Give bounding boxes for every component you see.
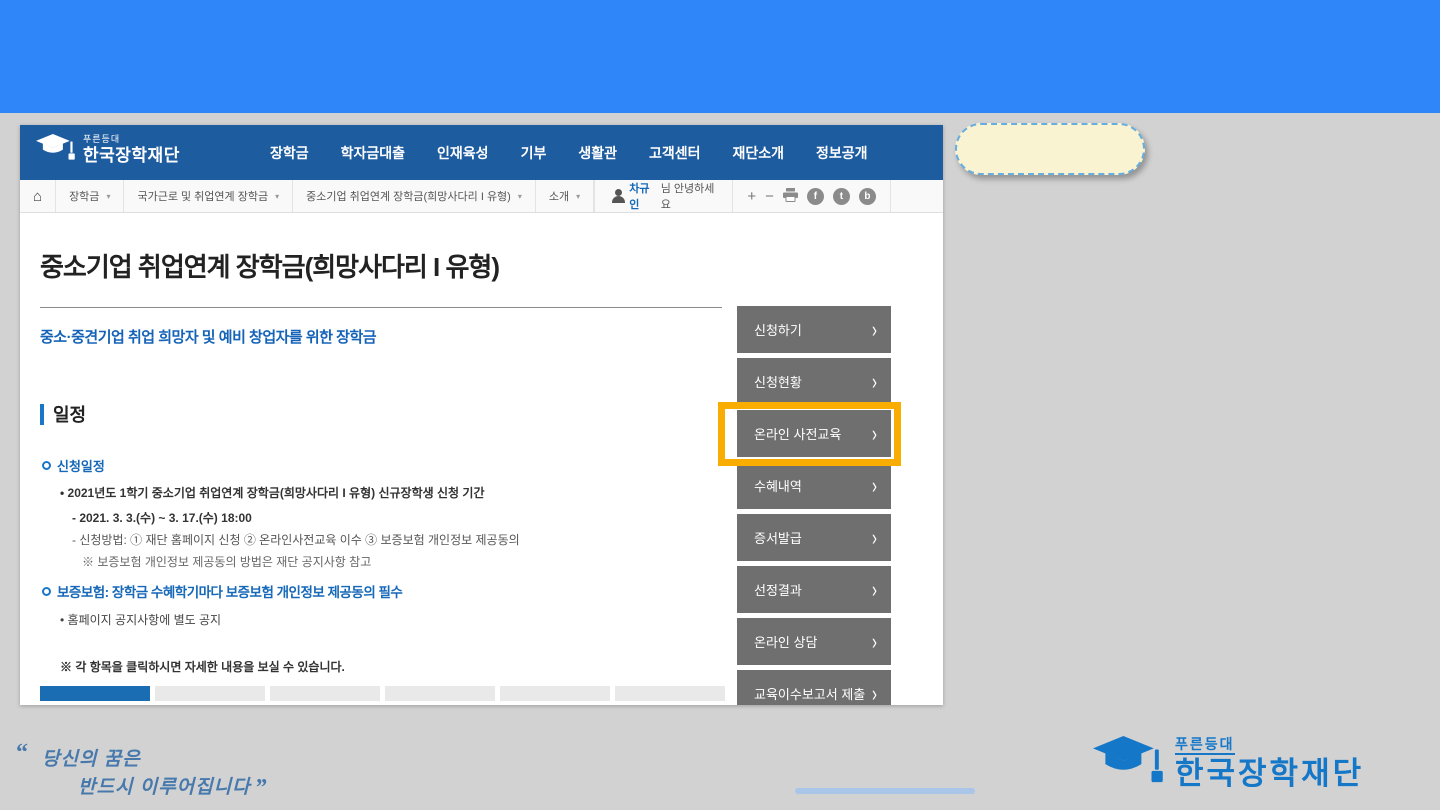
schedule-line: - 신청방법: ① 재단 홈페이지 신청 ② 온라인사전교육 이수 ③ 보증보험… (72, 531, 520, 548)
schedule-subheading-label: 신청일정 (57, 456, 105, 475)
nav-item-scholarship[interactable]: 장학금 (270, 143, 309, 163)
tab-segment-active[interactable] (40, 686, 150, 701)
logo-brand-large: 한국장학재단 (83, 147, 180, 164)
chevron-down-icon: ▾ (576, 192, 580, 201)
insurance-heading: 보증보험: 장학금 수혜학기마다 보증보험 개인정보 제공동의 필수 (42, 581, 402, 601)
nav-item-disclosure[interactable]: 정보공개 (816, 143, 868, 163)
section-label: 일정 (53, 401, 86, 427)
main-nav: 장학금 학자금대출 인재육성 기부 생활관 고객센터 재단소개 정보공개 (270, 125, 868, 180)
chevron-right-icon: › (872, 629, 877, 655)
home-icon[interactable]: ⌂ (20, 180, 56, 212)
quote-close-icon: ” (255, 775, 268, 801)
sidebar-item-label: 증서발급 (754, 528, 802, 547)
sidebar-item-online-counsel[interactable]: 온라인 상담 › (737, 618, 891, 665)
chevron-right-icon: › (872, 317, 877, 343)
footer-logo-brand-large: 한국장학재단 (1175, 758, 1364, 789)
sidebar-item-label: 교육이수보고서 제출 (754, 684, 865, 703)
sidebar-item-label: 온라인 상담 (754, 632, 817, 651)
tab-segment[interactable] (270, 686, 380, 701)
nav-item-dormitory[interactable]: 생활관 (578, 143, 617, 163)
schedule-line: - 2021. 3. 3.(수) ~ 3. 17.(수) 18:00 (72, 509, 252, 526)
nav-item-student-loan[interactable]: 학자금대출 (341, 143, 405, 163)
chevron-down-icon: ▾ (275, 192, 279, 201)
site-header: 푸른등대 한국장학재단 장학금 학자금대출 인재육성 기부 생활관 고객센터 재… (20, 125, 943, 180)
font-decrease-button[interactable]: − (765, 189, 774, 204)
breadcrumb-label: 소개 (549, 188, 569, 204)
print-icon[interactable] (783, 188, 798, 205)
chevron-right-icon: › (872, 473, 877, 499)
breadcrumb-label: 국가근로 및 취업연계 장학금 (137, 188, 268, 204)
nav-item-about[interactable]: 재단소개 (733, 143, 785, 163)
schedule-subheading: 신청일정 (42, 456, 105, 475)
sidebar-item-benefit-history[interactable]: 수혜내역 › (737, 462, 891, 509)
callout-box (955, 123, 1145, 175)
user-greeting: 차규인 님 안녕하세요 (594, 180, 732, 212)
breadcrumb-label: 중소기업 취업연계 장학금(희망사다리 I 유형) (306, 188, 511, 204)
footer-logo: 푸른등대 한국장학재단 (1093, 736, 1364, 790)
greeting-text: 님 안녕하세요 (661, 180, 717, 212)
tab-segment[interactable] (385, 686, 495, 701)
site-logo[interactable]: 푸른등대 한국장학재단 (36, 134, 180, 164)
person-icon (611, 189, 624, 203)
graduation-cap-icon (1093, 736, 1165, 790)
section-schedule-heading: 일정 (40, 401, 86, 427)
sidebar-item-education-report[interactable]: 교육이수보고서 제출 › (737, 670, 891, 705)
sidebar-item-label: 신청현황 (754, 372, 802, 391)
chevron-right-icon: › (872, 369, 877, 395)
sidebar-item-selection-result[interactable]: 선정결과 › (737, 566, 891, 613)
nav-item-donation[interactable]: 기부 (521, 143, 547, 163)
sidebar-item-certificate-issue[interactable]: 증서발급 › (737, 514, 891, 561)
footer-logo-brand-small: 푸른등대 (1175, 737, 1235, 755)
twitter-icon[interactable]: t (833, 188, 850, 205)
chevron-down-icon: ▾ (106, 192, 110, 201)
slide-top-banner (0, 0, 1440, 113)
chevron-right-icon: › (872, 577, 877, 603)
chevron-right-icon: › (872, 525, 877, 551)
insurance-note: • 홈페이지 공지사항에 별도 공지 (60, 611, 221, 628)
quote-open-icon: “ (16, 740, 29, 767)
chevron-right-icon: › (872, 681, 877, 705)
presentation-slide: 푸른등대 한국장학재단 장학금 학자금대출 인재육성 기부 생활관 고객센터 재… (0, 0, 1440, 810)
facebook-icon[interactable]: f (807, 188, 824, 205)
bottom-tab-row (40, 686, 725, 701)
breadcrumb-label: 장학금 (69, 188, 99, 204)
graduation-cap-icon (36, 134, 76, 164)
page-subtitle: 중소·중견기업 취업 희망자 및 예비 창업자를 위한 장학금 (40, 326, 376, 347)
tab-segment[interactable] (500, 686, 610, 701)
sidebar-item-label: 선정결과 (754, 580, 802, 599)
schedule-line: • 2021년도 1학기 중소기업 취업연계 장학금(희망사다리 I 유형) 신… (60, 484, 484, 501)
font-increase-button[interactable]: + (747, 189, 756, 204)
nav-item-customer-center[interactable]: 고객센터 (649, 143, 701, 163)
chevron-down-icon: ▾ (518, 192, 522, 201)
sidebar-item-apply[interactable]: 신청하기 › (737, 306, 891, 353)
nav-item-talent[interactable]: 인재육성 (437, 143, 489, 163)
breadcrumb-intro[interactable]: 소개 ▾ (536, 180, 594, 212)
page-title: 중소기업 취업연계 장학금(희망사다리 I 유형) (40, 247, 499, 284)
user-name: 차규인 (629, 180, 656, 212)
section-bar (40, 404, 44, 425)
blog-icon[interactable]: b (859, 188, 876, 205)
tagline-line1: 당신의 꿈은 (42, 744, 141, 771)
breadcrumb-utilities: 차규인 님 안녕하세요 + − f t b (594, 180, 943, 212)
pin-icon (42, 587, 51, 596)
insurance-heading-label: 보증보험: 장학금 수혜학기마다 보증보험 개인정보 제공동의 필수 (57, 581, 402, 601)
sidebar-item-label: 수혜내역 (754, 476, 802, 495)
breadcrumb-work-scholarship[interactable]: 국가근로 및 취업연계 장학금 ▾ (124, 180, 293, 212)
breadcrumb: ⌂ 장학금 ▾ 국가근로 및 취업연계 장학금 ▾ 중소기업 취업연계 장학금(… (20, 180, 943, 213)
click-hint-footnote: ※ 각 항목을 클릭하시면 자세한 내용을 보실 수 있습니다. (60, 658, 345, 675)
title-divider (40, 307, 722, 308)
sidebar-item-application-status[interactable]: 신청현황 › (737, 358, 891, 405)
tab-segment[interactable] (155, 686, 265, 701)
highlight-box-online-education (718, 402, 901, 466)
tab-segment[interactable] (615, 686, 725, 701)
sidebar-item-label: 신청하기 (754, 320, 802, 339)
breadcrumb-sme-scholarship[interactable]: 중소기업 취업연계 장학금(희망사다리 I 유형) ▾ (293, 180, 536, 212)
schedule-line: ※ 보증보험 개인정보 제공동의 방법은 재단 공지사항 참고 (82, 553, 371, 570)
tagline-line2: 반드시 이루어집니다 (78, 777, 251, 798)
footer-underline-bar (795, 788, 975, 794)
breadcrumb-scholarship[interactable]: 장학금 ▾ (56, 180, 124, 212)
logo-brand-small: 푸른등대 (83, 135, 180, 144)
pin-icon (42, 461, 51, 470)
sidebar-menu: 신청하기 › 신청현황 › 온라인 사전교육 › 수혜내역 › 증서발급 › 선… (737, 306, 891, 705)
